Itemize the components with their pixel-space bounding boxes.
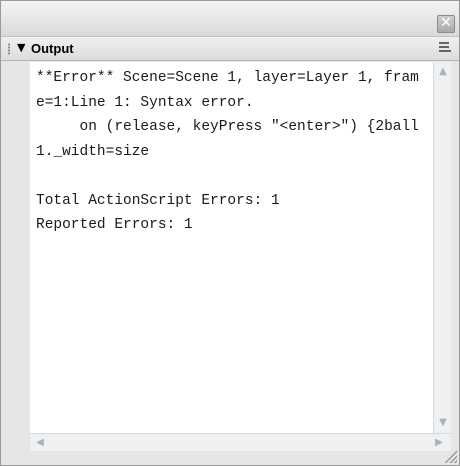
vertical-scrollbar[interactable]: ▲ ▼ bbox=[433, 62, 451, 433]
horizontal-scrollbar[interactable]: ◀ ▶ bbox=[30, 433, 451, 451]
output-log-text: **Error** Scene=Scene 1, layer=Layer 1, … bbox=[36, 70, 419, 233]
collapse-arrow-icon[interactable]: ▼ bbox=[17, 41, 25, 54]
panel-header[interactable]: ▼ Output bbox=[1, 37, 459, 61]
output-panel-window: ✕ ▼ Output **Error** Scene=Scene 1, laye… bbox=[0, 0, 460, 466]
scroll-left-icon[interactable]: ◀ bbox=[32, 435, 48, 451]
scroll-up-icon[interactable]: ▲ bbox=[435, 64, 451, 80]
close-button[interactable]: ✕ bbox=[437, 15, 455, 33]
close-icon: ✕ bbox=[440, 15, 452, 31]
resize-grip-icon[interactable] bbox=[443, 449, 457, 463]
drag-gripper-icon[interactable] bbox=[7, 43, 11, 55]
options-menu-icon[interactable] bbox=[439, 42, 453, 54]
scroll-down-icon[interactable]: ▼ bbox=[435, 415, 451, 431]
panel-title[interactable]: Output bbox=[31, 41, 74, 56]
window-titlebar[interactable]: ✕ bbox=[1, 1, 459, 37]
output-text-area[interactable]: **Error** Scene=Scene 1, layer=Layer 1, … bbox=[30, 62, 433, 433]
